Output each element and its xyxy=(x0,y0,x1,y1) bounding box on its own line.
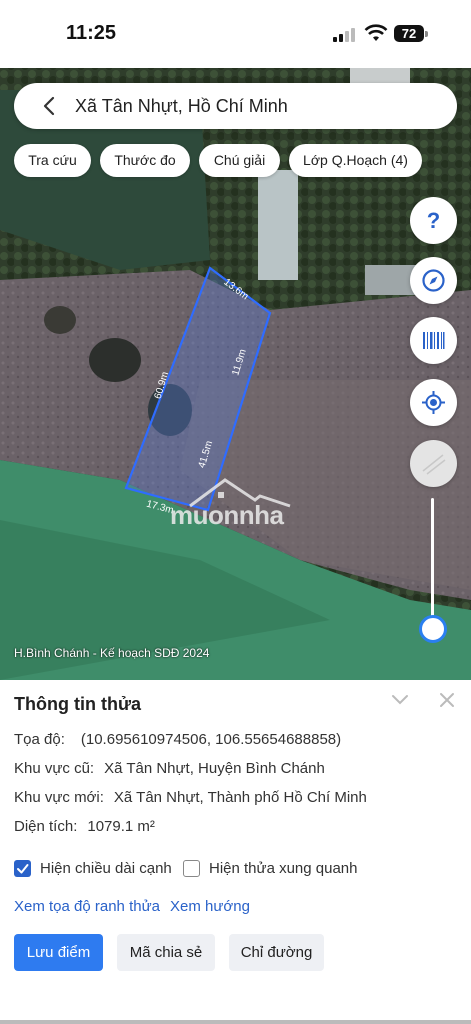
battery-icon: 72 xyxy=(394,25,424,42)
barcode-icon xyxy=(423,332,445,349)
locate-button[interactable] xyxy=(410,379,457,426)
chip-planning-layer[interactable]: Lớp Q.Hoạch (4) xyxy=(289,144,422,177)
coordinate-row: Tọa độ: (10.695610974506, 106.55654688858… xyxy=(14,731,341,748)
cellular-signal-icon xyxy=(333,28,359,42)
show-edges-label[interactable]: Hiện chiều dài cạnh xyxy=(40,860,172,877)
new-area-row: Khu vực mới: Xã Tân Nhựt, Thành phố Hồ Ch… xyxy=(14,789,367,806)
area-size-value: 1079.1 m² xyxy=(87,818,155,835)
compass-icon xyxy=(422,269,445,292)
old-area-label: Khu vực cũ: xyxy=(14,760,95,777)
wifi-icon xyxy=(364,24,388,41)
watermark-text: muonnha xyxy=(170,500,284,530)
close-icon[interactable] xyxy=(439,692,455,708)
status-bar: 11:25 72 xyxy=(0,0,471,68)
view-direction-link[interactable]: Xem hướng xyxy=(170,898,250,915)
sheet-title: Thông tin thửa xyxy=(14,694,142,714)
show-edges-checkbox[interactable] xyxy=(14,860,31,877)
search-query[interactable]: Xã Tân Nhựt, Hồ Chí Minh xyxy=(75,96,288,117)
view-boundary-coords-link[interactable]: Xem tọa độ ranh thửa xyxy=(14,898,160,915)
map-layer-icon xyxy=(422,454,446,475)
area-size-label: Diện tích: xyxy=(14,818,78,835)
chip-legend[interactable]: Chú giải xyxy=(199,144,280,177)
status-time: 11:25 xyxy=(66,22,117,44)
home-indicator xyxy=(0,1020,471,1024)
checkmark-icon xyxy=(17,864,29,874)
map-caption: H.Bình Chánh - Kế hoạch SDĐ 2024 xyxy=(14,646,210,660)
opacity-slider-handle[interactable] xyxy=(419,615,447,643)
old-area-row: Khu vực cũ: Xã Tân Nhựt, Huyện Bình Chánh xyxy=(14,760,325,777)
share-code-button[interactable]: Mã chia sẻ xyxy=(117,934,215,971)
coordinate-value: (10.695610974506, 106.55654688858) xyxy=(80,731,342,748)
search-bar[interactable]: Xã Tân Nhựt, Hồ Chí Minh xyxy=(14,83,457,129)
help-button[interactable]: ? xyxy=(410,197,457,244)
layer-thumbnail-button[interactable] xyxy=(410,440,457,487)
coordinate-label: Tọa độ: xyxy=(14,731,65,748)
show-neighbors-label[interactable]: Hiện thửa xung quanh xyxy=(209,860,357,877)
area-size-row: Diện tích: 1079.1 m² xyxy=(14,818,155,835)
chip-measure[interactable]: Thước đo xyxy=(100,144,190,177)
chip-lookup[interactable]: Tra cứu xyxy=(14,144,91,177)
battery-tip xyxy=(425,31,428,37)
location-target-icon xyxy=(422,391,445,414)
new-area-label: Khu vực mới: xyxy=(14,789,104,806)
opacity-slider-track[interactable] xyxy=(431,498,434,623)
show-neighbors-checkbox[interactable] xyxy=(183,860,200,877)
old-area-value: Xã Tân Nhựt, Huyện Bình Chánh xyxy=(104,760,325,777)
save-point-button[interactable]: Lưu điểm xyxy=(14,934,103,971)
barcode-button[interactable] xyxy=(410,317,457,364)
chevron-down-icon[interactable] xyxy=(391,694,409,706)
back-arrow-icon[interactable] xyxy=(40,96,60,116)
new-area-value: Xã Tân Nhựt, Thành phố Hồ Chí Minh xyxy=(113,789,367,806)
directions-button[interactable]: Chỉ đường xyxy=(229,934,324,971)
compass-button[interactable] xyxy=(410,257,457,304)
